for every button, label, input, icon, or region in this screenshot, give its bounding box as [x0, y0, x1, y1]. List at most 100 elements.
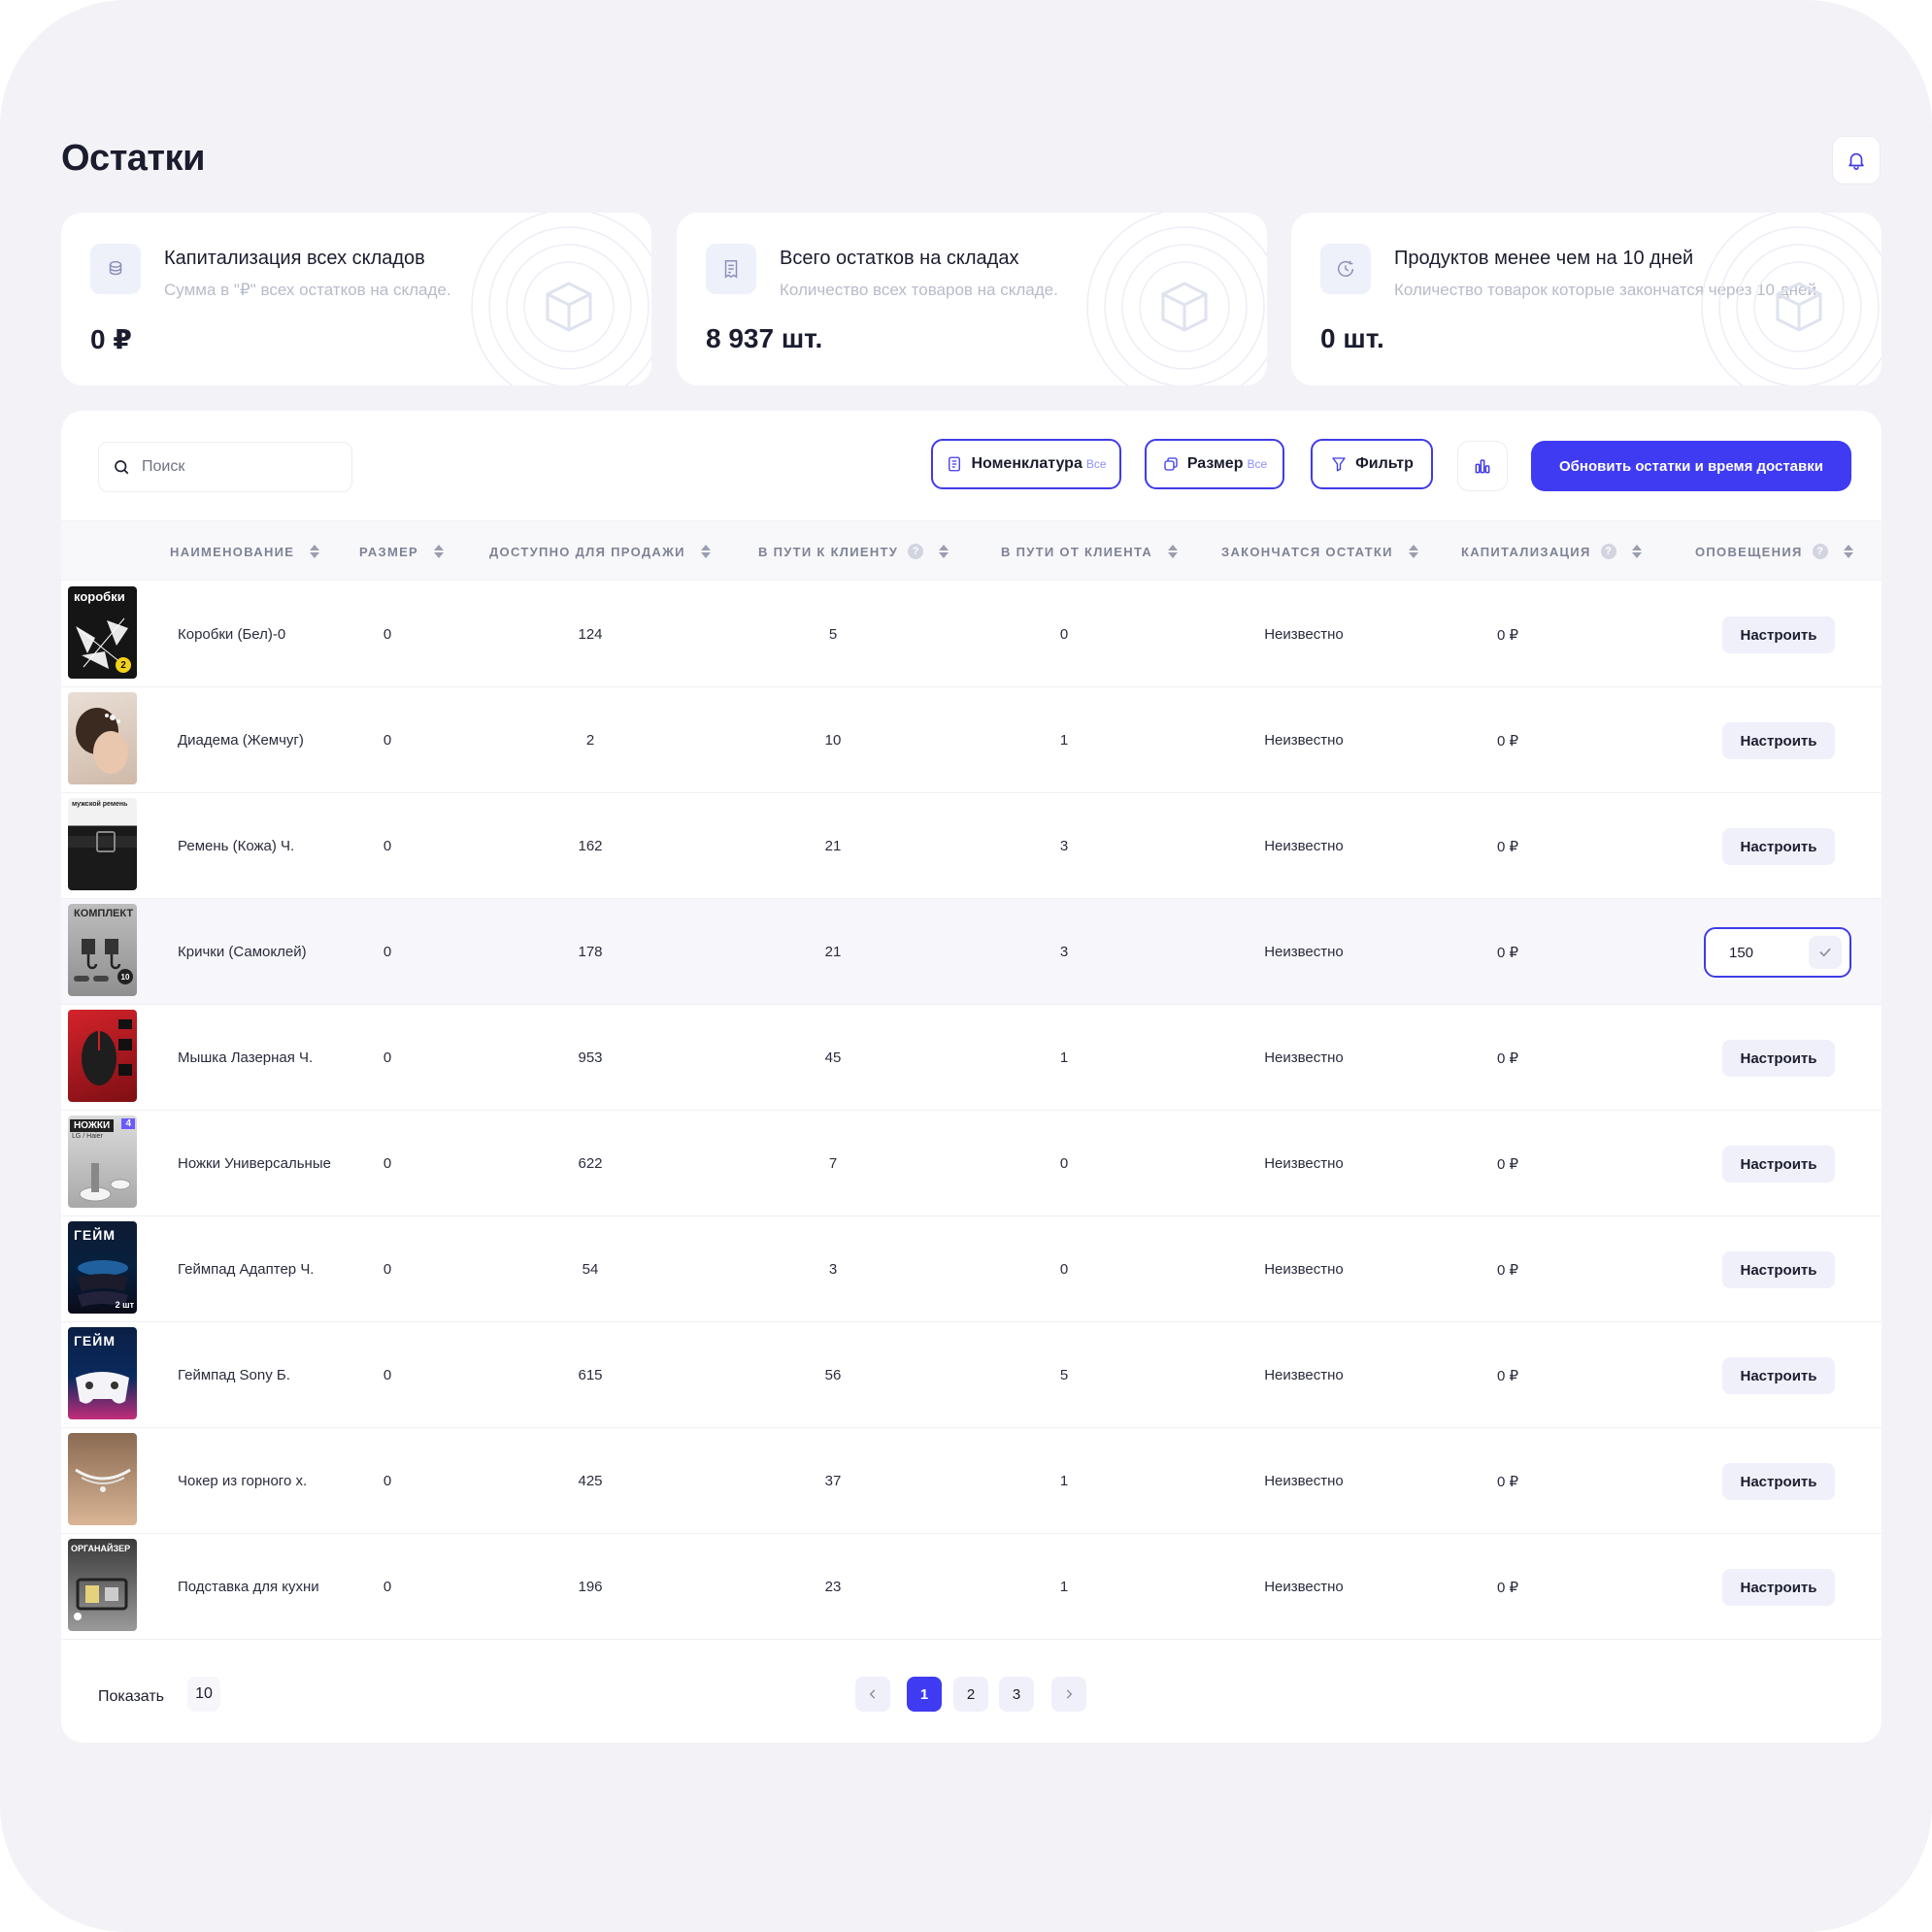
configure-alert-button[interactable]: Настроить [1722, 1569, 1835, 1606]
column-header-to-client[interactable]: В ПУТИ К КЛИЕНТУ ? [758, 521, 949, 582]
configure-alert-button[interactable]: Настроить [1722, 1463, 1835, 1500]
filter-button[interactable]: Фильтр [1311, 439, 1433, 489]
size-filter-button[interactable]: Размер Все [1145, 439, 1284, 489]
box-icon [471, 213, 651, 385]
product-name: Коробки (Бел)-0 [178, 626, 286, 643]
card-title: Всего остатков на складах [780, 248, 1019, 269]
alert-threshold-input[interactable] [1729, 944, 1797, 961]
column-header-alerts[interactable]: ОПОВЕЩЕНИЯ ? [1695, 521, 1853, 582]
nomenclature-hint: Все [1085, 457, 1107, 471]
product-name: Подставка для кухни [178, 1579, 319, 1595]
product-thumbnail: коробки 2 [68, 586, 137, 679]
available-value: 178 [578, 944, 603, 960]
chevron-left-icon [869, 1689, 876, 1699]
chevron-right-icon [1066, 1689, 1073, 1699]
notifications-button[interactable] [1832, 136, 1881, 184]
copy-icon [1164, 457, 1178, 471]
column-header-from-client[interactable]: В ПУТИ ОТ КЛИЕНТА [1001, 521, 1179, 582]
help-icon[interactable]: ? [1600, 544, 1616, 559]
table-row[interactable]: ОРГАНАЙЗЕР Подставка для кухни 0 196 23 … [61, 1534, 1882, 1640]
table-row[interactable]: коробки 2 Коробки (Бел)-0 0 124 5 0 Неиз… [61, 582, 1882, 687]
product-thumbnail [68, 692, 137, 784]
to-client-value: 3 [828, 1261, 838, 1278]
bell-icon [1849, 152, 1864, 170]
column-header-available[interactable]: ДОСТУПНО ДЛЯ ПРОДАЖИ [489, 521, 711, 582]
page-size-select[interactable]: 10 [187, 1677, 220, 1712]
configure-alert-button[interactable]: Настроить [1722, 1040, 1835, 1077]
product-thumbnail: мужской ремень [68, 798, 137, 890]
size-value: 0 [383, 626, 392, 643]
sort-icon [1168, 545, 1179, 558]
clock-refresh-icon [1320, 244, 1371, 294]
configure-alert-button[interactable]: Настроить [1722, 1251, 1835, 1288]
table-row[interactable]: ГЕЙМ 2 шт Геймпад Адаптер Ч. 0 54 3 0 Не… [61, 1216, 1882, 1322]
page-button-1[interactable]: 1 [907, 1677, 942, 1712]
box-icon [1701, 213, 1882, 385]
column-header-size[interactable]: РАЗМЕР [359, 521, 445, 582]
product-name: Диадема (Жемчуг) [178, 732, 304, 749]
column-header-runs-out[interactable]: ЗАКОНЧАТСЯ ОСТАТКИ [1221, 521, 1418, 582]
product-name: Ножки Универсальные [178, 1155, 331, 1172]
configure-alert-button[interactable]: Настроить [1722, 616, 1835, 653]
runs-out-value: Неизвестно [1264, 1579, 1344, 1595]
product-thumbnail: ОРГАНАЙЗЕР [68, 1539, 137, 1631]
configure-alert-button[interactable]: Настроить [1722, 828, 1835, 865]
capitalization-value: 0 ₽ [1496, 1473, 1519, 1490]
help-icon[interactable]: ? [908, 544, 924, 559]
update-stock-button[interactable]: Обновить остатки и время доставки [1531, 441, 1851, 491]
product-name: Геймпад Адаптер Ч. [178, 1261, 315, 1278]
from-client-value: 1 [1059, 732, 1069, 749]
size-hint: Все [1247, 457, 1268, 471]
runs-out-value: Неизвестно [1264, 1261, 1344, 1278]
alert-threshold-field[interactable] [1704, 927, 1851, 978]
column-header-capitalization[interactable]: КАПИТАЛИЗАЦИЯ ? [1461, 521, 1642, 582]
from-client-value: 1 [1059, 1579, 1069, 1595]
available-value: 615 [578, 1367, 603, 1383]
capitalization-value: 0 ₽ [1496, 1155, 1519, 1173]
table-row[interactable]: КОМПЛЕКТ 10 Крички (Самоклей) 0 178 21 3… [61, 899, 1882, 1005]
prev-page-button[interactable] [855, 1677, 890, 1712]
page-button-3[interactable]: 3 [999, 1677, 1034, 1712]
configure-alert-button[interactable]: Настроить [1722, 1146, 1835, 1183]
available-value: 425 [578, 1473, 603, 1489]
table-row[interactable]: Мышка Лазерная Ч. 0 953 45 1 Неизвестно … [61, 1005, 1882, 1111]
help-icon[interactable]: ? [1812, 544, 1828, 559]
from-client-value: 0 [1059, 1261, 1069, 1278]
coins-icon [90, 244, 141, 294]
search-input[interactable] [142, 458, 336, 476]
sort-icon [700, 545, 711, 558]
table-row[interactable]: Чокер из горного х. 0 425 37 1 Неизвестн… [61, 1428, 1882, 1534]
configure-alert-button[interactable]: Настроить [1722, 1357, 1835, 1394]
available-value: 162 [578, 838, 603, 854]
confirm-button[interactable] [1809, 936, 1842, 969]
capitalization-value: 0 ₽ [1496, 1579, 1519, 1596]
next-page-button[interactable] [1051, 1677, 1086, 1712]
runs-out-value: Неизвестно [1264, 1367, 1344, 1383]
table-row[interactable]: мужской ремень Ремень (Кожа) Ч. 0 162 21… [61, 793, 1882, 899]
receipt-icon [706, 244, 756, 294]
table-row[interactable]: Диадема (Жемчуг) 0 2 10 1 Неизвестно 0 ₽… [61, 687, 1882, 793]
table-row[interactable]: ГЕЙМ Геймпад Sony Б. 0 615 56 5 Неизвест… [61, 1322, 1882, 1428]
column-header-name[interactable]: НАИМЕНОВАНИЕ [170, 521, 320, 582]
nomenclature-filter-button[interactable]: Номенклатура Все [931, 439, 1121, 489]
product-thumbnail: ГЕЙМ [68, 1327, 137, 1419]
size-value: 0 [383, 1261, 392, 1278]
box-icon [1086, 213, 1267, 385]
chart-view-button[interactable] [1457, 441, 1508, 491]
to-client-value: 56 [824, 1367, 842, 1383]
stat-card-total-stock: Всего остатков на складах Количество все… [677, 213, 1267, 385]
search-box[interactable] [98, 442, 352, 492]
product-thumbnail: НОЖКИ 4 LG / Haier [68, 1116, 137, 1208]
product-name: Мышка Лазерная Ч. [178, 1049, 314, 1066]
page-title: Остатки [61, 138, 205, 179]
table-row[interactable]: НОЖКИ 4 LG / Haier Ножки Универсальные 0… [61, 1111, 1882, 1216]
to-client-value: 21 [824, 944, 842, 960]
configure-alert-button[interactable]: Настроить [1722, 722, 1835, 759]
product-thumbnail: ГЕЙМ 2 шт [68, 1221, 137, 1314]
available-value: 54 [582, 1261, 599, 1278]
capitalization-value: 0 ₽ [1496, 944, 1519, 961]
from-client-value: 0 [1059, 1155, 1069, 1172]
product-name: Ремень (Кожа) Ч. [178, 838, 295, 854]
product-thumbnail: КОМПЛЕКТ 10 [68, 904, 137, 996]
page-button-2[interactable]: 2 [953, 1677, 988, 1712]
